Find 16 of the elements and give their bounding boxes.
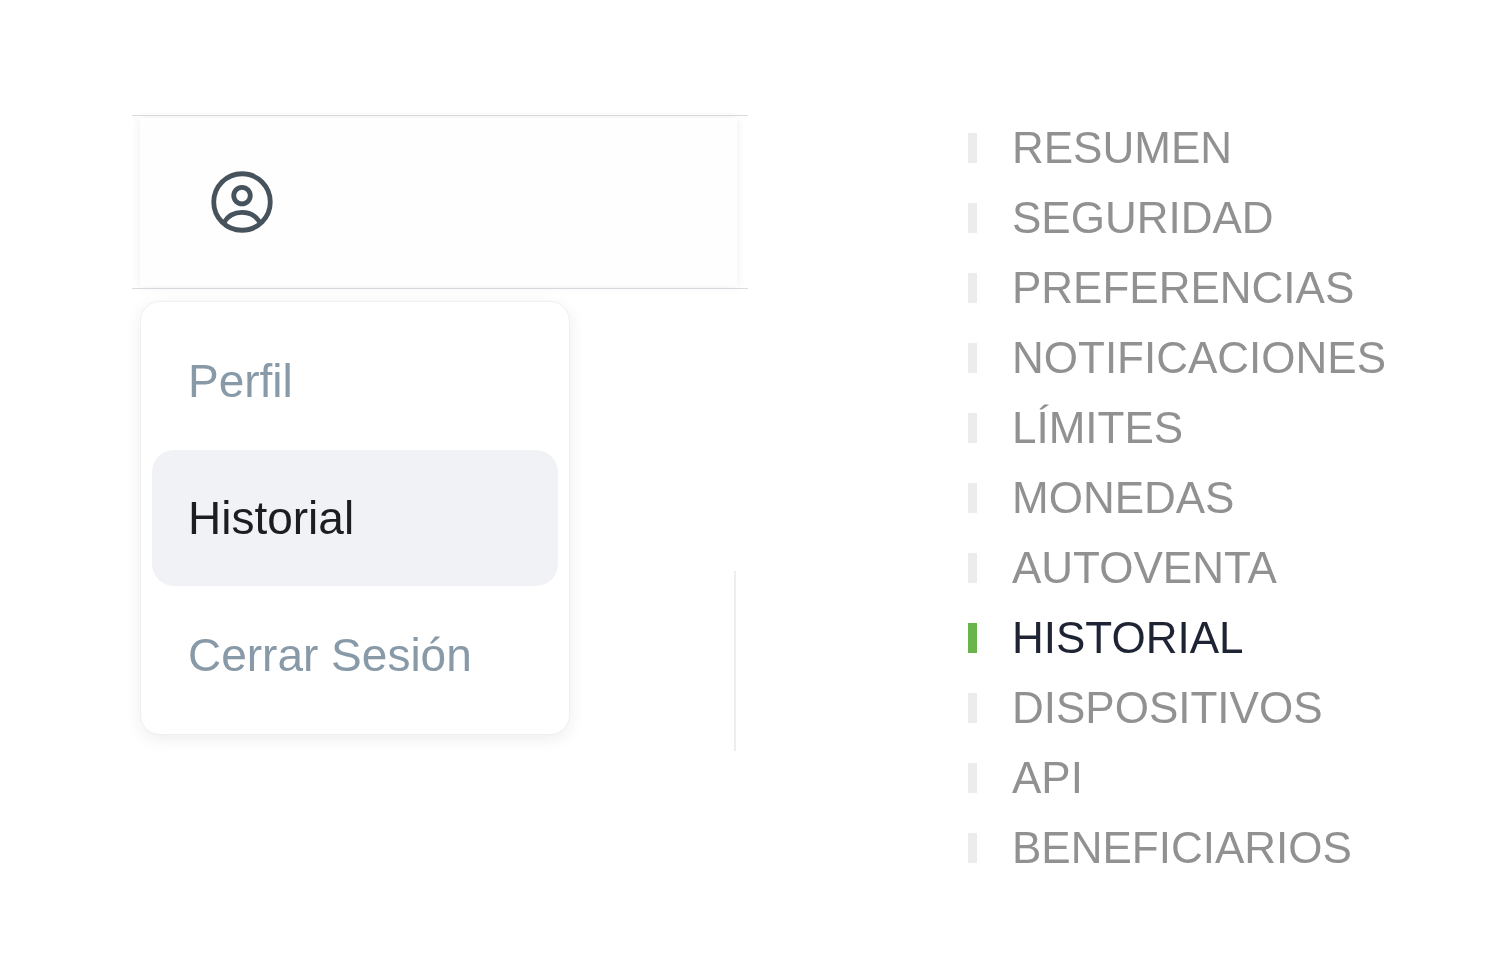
menu-item[interactable]: Perfil (152, 313, 558, 449)
user-circle-icon[interactable] (210, 170, 274, 234)
nav-item[interactable]: RESUMEN (968, 113, 1387, 183)
nav-item[interactable]: AUTOVENTA (968, 533, 1387, 603)
nav-item[interactable]: BENEFICIARIOS (968, 813, 1387, 883)
nav-item[interactable]: LÍMITES (968, 393, 1387, 463)
nav-item[interactable]: API (968, 743, 1387, 813)
nav-item[interactable]: MONEDAS (968, 463, 1387, 533)
nav-item[interactable]: DISPOSITIVOS (968, 673, 1387, 743)
menu-item[interactable]: Historial (152, 450, 558, 586)
nav-item[interactable]: HISTORIAL (968, 603, 1387, 673)
menu-item[interactable]: Cerrar Sesión (152, 587, 558, 723)
nav-item[interactable]: SEGURIDAD (968, 183, 1387, 253)
nav-item[interactable]: PREFERENCIAS (968, 253, 1387, 323)
nav-item[interactable]: NOTIFICACIONES (968, 323, 1387, 393)
indicator-bar-icon (968, 623, 977, 653)
